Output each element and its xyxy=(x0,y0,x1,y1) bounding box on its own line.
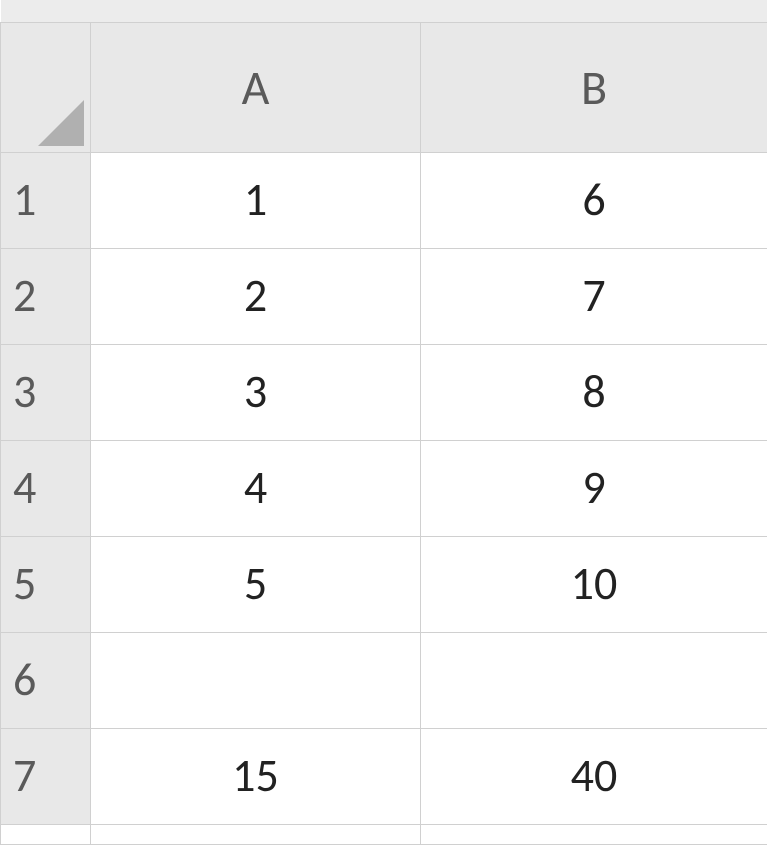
row-header-1[interactable]: 1 xyxy=(1,152,91,248)
cell-B7[interactable]: 40 xyxy=(421,728,767,824)
column-header-b[interactable]: B xyxy=(421,22,767,152)
cell-A5[interactable]: 5 xyxy=(91,536,421,632)
cell-B2[interactable]: 7 xyxy=(421,248,767,344)
row-header-6[interactable]: 6 xyxy=(1,632,91,728)
ribbon-strip xyxy=(1,0,91,22)
cell-A6[interactable] xyxy=(91,632,421,728)
cell-A7[interactable]: 15 xyxy=(91,728,421,824)
spreadsheet-grid[interactable]: A B 1162273384495510671540 xyxy=(0,0,767,845)
cell[interactable] xyxy=(421,824,767,844)
ribbon-strip xyxy=(91,0,421,22)
cell[interactable] xyxy=(91,824,421,844)
row-header[interactable] xyxy=(1,824,91,844)
cell-B4[interactable]: 9 xyxy=(421,440,767,536)
cell-B6[interactable] xyxy=(421,632,767,728)
ribbon-strip xyxy=(421,0,767,22)
cell-A1[interactable]: 1 xyxy=(91,152,421,248)
cell-B5[interactable]: 10 xyxy=(421,536,767,632)
cell-B3[interactable]: 8 xyxy=(421,344,767,440)
row-header-3[interactable]: 3 xyxy=(1,344,91,440)
row-header-4[interactable]: 4 xyxy=(1,440,91,536)
column-header-a[interactable]: A xyxy=(91,22,421,152)
select-all-triangle-icon xyxy=(38,100,84,146)
cell-A3[interactable]: 3 xyxy=(91,344,421,440)
cell-B1[interactable]: 6 xyxy=(421,152,767,248)
row-header-7[interactable]: 7 xyxy=(1,728,91,824)
row-header-2[interactable]: 2 xyxy=(1,248,91,344)
cell-A2[interactable]: 2 xyxy=(91,248,421,344)
select-all-corner[interactable] xyxy=(1,22,91,152)
cell-A4[interactable]: 4 xyxy=(91,440,421,536)
row-header-5[interactable]: 5 xyxy=(1,536,91,632)
